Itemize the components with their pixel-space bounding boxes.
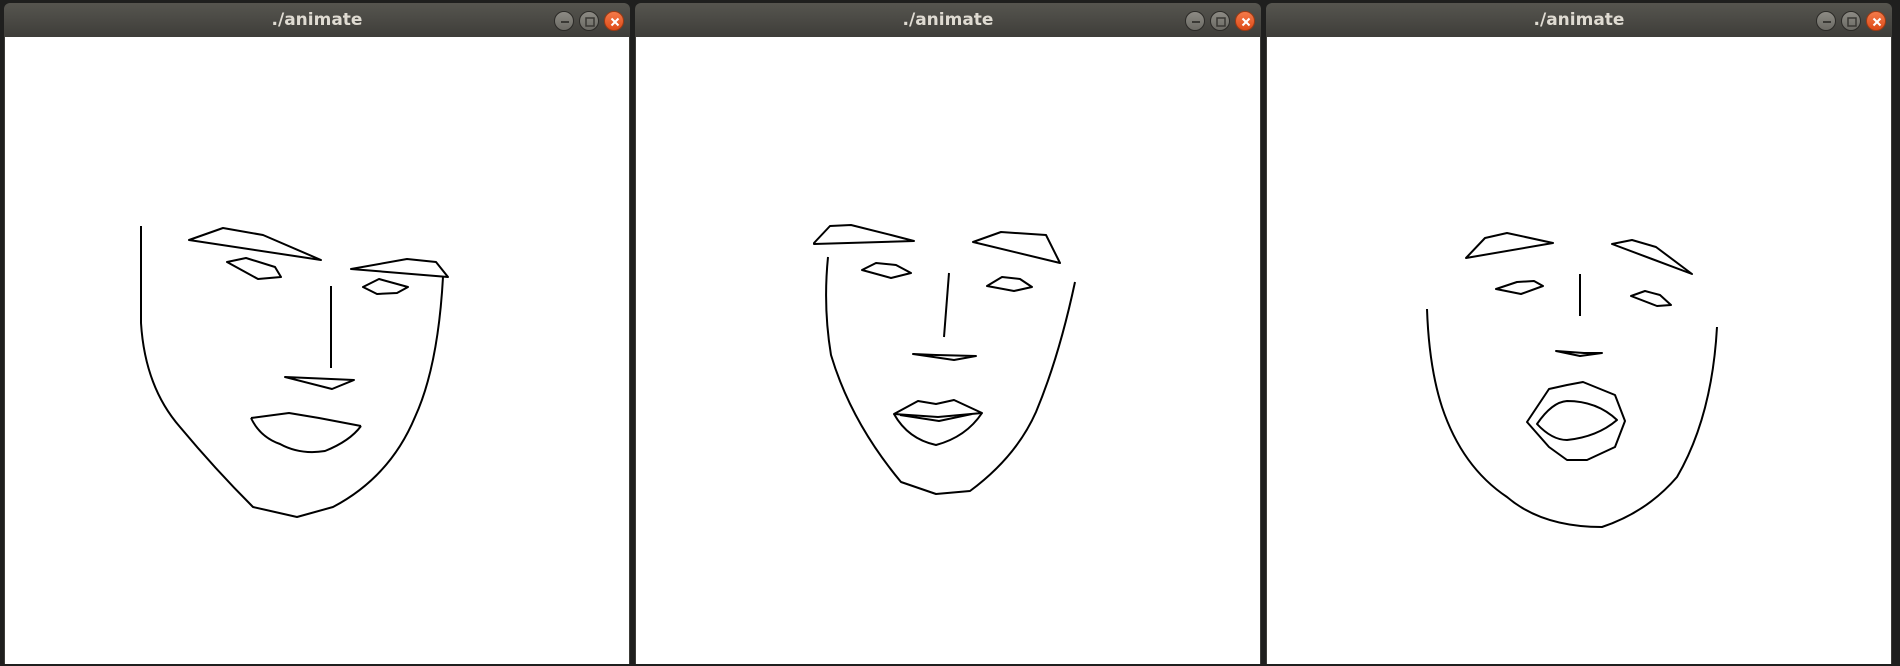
nose-base bbox=[912, 353, 977, 361]
face-outline bbox=[140, 226, 444, 518]
right-eye bbox=[986, 276, 1033, 292]
maximize-button[interactable] bbox=[1210, 11, 1230, 31]
minimize-icon bbox=[1192, 21, 1200, 23]
nose-base bbox=[284, 376, 355, 390]
title-bar[interactable]: ./animate bbox=[1266, 3, 1892, 37]
face-outline bbox=[1426, 308, 1718, 528]
maximize-icon bbox=[1847, 17, 1857, 27]
right-eyebrow bbox=[350, 258, 449, 278]
desktop: ./animate ./animate ./animate bbox=[0, 0, 1900, 666]
window-controls bbox=[1185, 11, 1255, 31]
face-drawing-neutral bbox=[140, 226, 449, 518]
animate-window-3[interactable]: ./animate bbox=[1266, 3, 1892, 664]
right-eyebrow bbox=[1611, 239, 1693, 275]
window-title: ./animate bbox=[1533, 10, 1625, 30]
title-bar[interactable]: ./animate bbox=[4, 3, 630, 37]
nose-line bbox=[943, 272, 950, 338]
window-title: ./animate bbox=[902, 10, 994, 30]
face-drawing-open-mouth bbox=[1426, 232, 1718, 528]
face-outline bbox=[825, 256, 1076, 495]
maximize-button[interactable] bbox=[1841, 11, 1861, 31]
left-eye bbox=[1495, 280, 1544, 295]
left-eye bbox=[861, 262, 912, 279]
title-bar[interactable]: ./animate bbox=[635, 3, 1261, 37]
close-icon bbox=[610, 17, 620, 27]
drawing-canvas[interactable] bbox=[636, 37, 1260, 664]
right-eye bbox=[1630, 290, 1672, 307]
window-controls bbox=[554, 11, 624, 31]
close-button[interactable] bbox=[1235, 11, 1255, 31]
minimize-icon bbox=[561, 21, 569, 23]
drawing-canvas[interactable] bbox=[1267, 37, 1891, 664]
right-eye bbox=[362, 278, 409, 295]
left-eyebrow bbox=[1465, 232, 1554, 259]
mouth-inner-opening bbox=[1536, 400, 1618, 441]
animate-window-2[interactable]: ./animate bbox=[635, 3, 1261, 664]
close-button[interactable] bbox=[604, 11, 624, 31]
maximize-button[interactable] bbox=[579, 11, 599, 31]
mouth-upper-lip bbox=[250, 412, 362, 427]
left-eyebrow bbox=[188, 227, 322, 261]
window-controls bbox=[1816, 11, 1886, 31]
window-title: ./animate bbox=[271, 10, 363, 30]
face-drawing-smile bbox=[813, 224, 1076, 495]
left-eyebrow bbox=[813, 224, 915, 245]
close-icon bbox=[1241, 17, 1251, 27]
drawing-canvas[interactable] bbox=[5, 37, 629, 664]
minimize-button[interactable] bbox=[1185, 11, 1205, 31]
minimize-icon bbox=[1823, 21, 1831, 23]
maximize-icon bbox=[1216, 17, 1226, 27]
left-eye bbox=[226, 257, 282, 280]
close-icon bbox=[1872, 17, 1882, 27]
mouth-outer-lip bbox=[1526, 381, 1626, 461]
minimize-button[interactable] bbox=[554, 11, 574, 31]
right-eyebrow bbox=[972, 231, 1061, 264]
maximize-icon bbox=[585, 17, 595, 27]
nose-base bbox=[1555, 350, 1603, 357]
animate-window-1[interactable]: ./animate bbox=[4, 3, 630, 664]
close-button[interactable] bbox=[1866, 11, 1886, 31]
minimize-button[interactable] bbox=[1816, 11, 1836, 31]
